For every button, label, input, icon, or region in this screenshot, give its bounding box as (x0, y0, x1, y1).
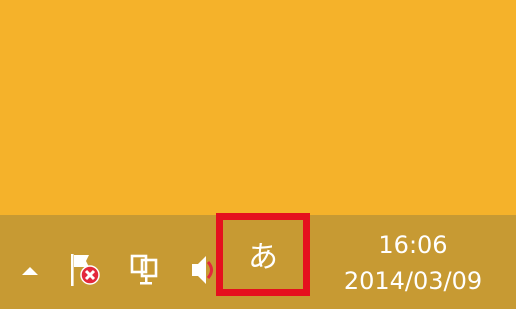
network-monitor-icon (130, 254, 158, 285)
volume-button[interactable] (188, 250, 218, 290)
speaker-icon (192, 256, 213, 284)
screen-edge (516, 0, 530, 309)
triangle-up-icon (22, 267, 38, 275)
flag-with-red-x-icon (71, 254, 100, 286)
ime-mode-indicator[interactable]: あ (216, 213, 310, 296)
action-center-button[interactable] (65, 250, 105, 290)
ime-mode-label: あ (248, 239, 278, 275)
clock-time: 16:06 (378, 231, 448, 259)
desktop-background (0, 0, 516, 215)
screen: あ 16:06 2014/03/09 (0, 0, 530, 309)
clock[interactable]: 16:06 2014/03/09 (322, 228, 504, 304)
network-button[interactable] (128, 250, 164, 290)
show-hidden-icons-button[interactable] (18, 258, 42, 282)
clock-date: 2014/03/09 (343, 267, 483, 295)
